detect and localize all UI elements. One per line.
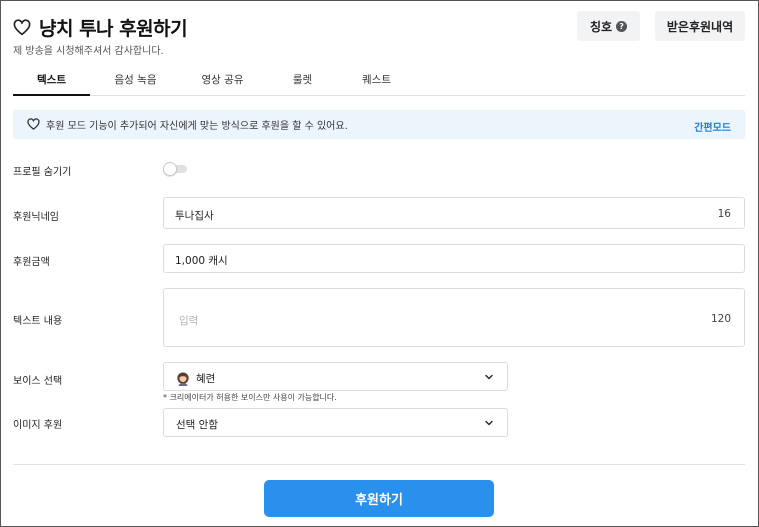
donate-submit-button[interactable]: 후원하기 xyxy=(264,480,494,517)
amount-field[interactable]: 1,000 캐시 xyxy=(163,244,745,273)
voice-selected-label: 혜련 xyxy=(196,373,216,385)
page-subtitle: 제 방송을 시청해주셔서 감사합니다. xyxy=(13,46,164,57)
notice-text: 후원 모드 기능이 추가되어 자신에게 맞는 방식으로 후원을 할 수 있어요. xyxy=(46,121,348,132)
notice-banner: 후원 모드 기능이 추가되어 자신에게 맞는 방식으로 후원을 할 수 있어요.… xyxy=(13,110,745,139)
tab-text[interactable]: 텍스트 xyxy=(13,66,90,96)
nickname-value: 투나집사 xyxy=(175,210,214,222)
chevron-down-icon xyxy=(485,420,493,426)
heart-icon xyxy=(27,118,40,130)
hide-profile-label: 프로필 숨기기 xyxy=(13,167,72,178)
amount-label: 후원금액 xyxy=(13,257,50,268)
heart-icon xyxy=(13,18,31,35)
nickname-field[interactable]: 투나집사 16 xyxy=(163,197,745,229)
divider xyxy=(13,464,745,465)
toggle-knob xyxy=(163,162,177,176)
voice-hint: * 크리에이터가 허용한 보이스만 사용이 가능합니다. xyxy=(163,393,337,402)
message-textarea[interactable]: 입력 120 xyxy=(163,288,745,347)
tab-voice-recording[interactable]: 음성 녹음 xyxy=(97,66,174,96)
voice-selected: 혜련 xyxy=(176,371,215,386)
tab-roulette[interactable]: 룰렛 xyxy=(264,66,341,96)
tab-quest[interactable]: 퀘스트 xyxy=(338,66,415,96)
message-char-count: 120 xyxy=(710,313,731,325)
image-selected-label: 선택 안함 xyxy=(176,419,218,431)
simple-mode-link[interactable]: 간편모드 xyxy=(694,119,731,134)
message-label: 텍스트 내용 xyxy=(13,316,63,327)
amount-value: 1,000 캐시 xyxy=(175,255,228,267)
page-header: 냥치 투나 후원하기 xyxy=(13,14,188,41)
page-title: 냥치 투나 후원하기 xyxy=(39,18,188,40)
tab-video-share[interactable]: 영상 공유 xyxy=(184,66,261,96)
voice-select[interactable]: 혜련 xyxy=(163,362,508,391)
donation-type-tabs: 텍스트 음성 녹음 영상 공유 룰렛 퀘스트 xyxy=(13,66,745,96)
image-donation-select[interactable]: 선택 안함 xyxy=(163,408,508,437)
hide-profile-toggle[interactable] xyxy=(163,162,187,176)
message-placeholder: 입력 xyxy=(179,315,199,327)
nickname-char-count: 16 xyxy=(717,208,731,220)
voice-label: 보이스 선택 xyxy=(13,376,63,387)
title-button[interactable]: 칭호 ? xyxy=(577,11,640,41)
image-donation-label: 이미지 후원 xyxy=(13,420,63,431)
chevron-down-icon xyxy=(485,374,493,380)
nickname-label: 후원닉네임 xyxy=(13,212,59,223)
donation-history-button[interactable]: 받은후원내역 xyxy=(655,11,745,41)
voice-avatar-icon xyxy=(177,371,189,386)
title-button-label: 칭호 xyxy=(589,19,613,34)
help-icon: ? xyxy=(616,20,628,32)
